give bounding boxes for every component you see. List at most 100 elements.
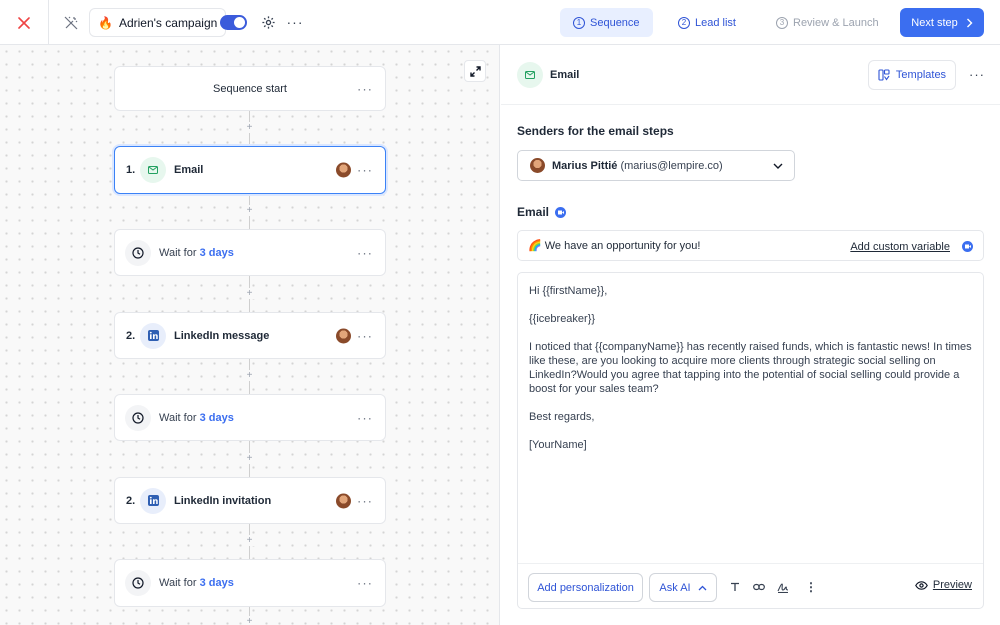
body-signoff: Best regards,: [529, 411, 595, 423]
tab-label: Review & Launch: [793, 16, 879, 29]
wait-text: Wait for 3 days: [159, 411, 234, 424]
ask-ai-button[interactable]: Ask AI: [649, 573, 717, 602]
body-icebreaker: {{icebreaker}}: [529, 313, 596, 325]
step-number: 3: [776, 16, 788, 29]
step-node-wait[interactable]: Wait for 3 days ···: [114, 394, 386, 441]
tab-sequence[interactable]: 1 Sequence: [560, 8, 653, 37]
campaign-name: Adrien's campaign: [118, 15, 218, 30]
sender-name: Marius Pittié: [552, 159, 618, 172]
video-info-icon[interactable]: [555, 206, 567, 218]
sender-select[interactable]: Marius Pittié (marius@lempire.co): [517, 150, 795, 181]
add-step-plus-icon[interactable]: +: [244, 205, 255, 216]
avatar: [530, 158, 545, 173]
more-options-icon[interactable]: ···: [357, 245, 373, 260]
mail-icon: [517, 62, 543, 88]
add-step-plus-icon[interactable]: +: [244, 122, 255, 133]
add-custom-variable-link[interactable]: Add custom variable: [850, 241, 950, 253]
email-label: Email: [517, 205, 567, 219]
step-number: 2: [678, 16, 690, 29]
step-title: Email: [174, 164, 204, 176]
more-options-icon[interactable]: ···: [357, 410, 373, 425]
campaign-name-chip[interactable]: 🔥 Adrien's campaign: [89, 8, 227, 37]
step-title: LinkedIn invitation: [174, 494, 272, 507]
more-options-icon[interactable]: ···: [357, 493, 373, 508]
divider: [48, 0, 49, 45]
sequence-start-label: Sequence start: [213, 82, 287, 95]
email-step-panel: Email Templates ··· Senders for the emai…: [501, 45, 1000, 625]
fire-icon: 🔥: [98, 15, 113, 30]
step-node-wait[interactable]: Wait for 3 days ···: [114, 559, 386, 607]
clock-icon: [125, 570, 151, 596]
templates-button[interactable]: Templates: [868, 60, 956, 90]
templates-icon: [878, 69, 890, 81]
panel-title: Email: [550, 69, 580, 81]
clock-icon: [125, 239, 151, 266]
wait-text: Wait for 3 days: [159, 246, 234, 259]
subject-input[interactable]: 🌈 We have an opportunity for you! Add cu…: [517, 230, 984, 261]
chevron-right-icon: [966, 18, 973, 27]
more-options-icon[interactable]: ···: [357, 163, 373, 178]
avatar: [336, 493, 351, 508]
more-vertical-icon[interactable]: ⋮: [804, 580, 818, 594]
templates-label: Templates: [895, 69, 947, 81]
eye-icon: [914, 580, 928, 590]
avatar: [336, 162, 351, 178]
add-step-plus-icon[interactable]: +: [244, 616, 255, 625]
preview-button[interactable]: Preview: [914, 579, 972, 591]
chevron-up-icon: [698, 585, 707, 590]
step-node-email[interactable]: 1. Email ···: [114, 146, 386, 194]
sender-email: (marius@lempire.co): [620, 159, 723, 172]
linkedin-icon: [140, 322, 166, 349]
mail-icon: [140, 157, 166, 183]
chevron-down-icon: [773, 163, 783, 169]
email-body-editor[interactable]: Hi {{firstName}}, {{icebreaker}} I notic…: [517, 272, 984, 609]
editor-toolbar: Add personalization Ask AI ⋮ Preview: [518, 563, 983, 609]
step-number: 2.: [126, 494, 136, 507]
video-info-icon[interactable]: [962, 241, 973, 252]
step-number: 2.: [126, 329, 136, 342]
add-step-plus-icon[interactable]: +: [244, 288, 255, 299]
more-options-icon[interactable]: ···: [284, 11, 306, 33]
tab-label: Sequence: [590, 16, 640, 29]
magic-wand-off-icon[interactable]: [60, 12, 82, 34]
panel-header: Email Templates ···: [501, 45, 1000, 105]
next-step-label: Next step: [911, 16, 958, 29]
next-step-button[interactable]: Next step: [900, 8, 984, 37]
step-node-linkedin-invitation[interactable]: 2. LinkedIn invitation ···: [114, 477, 386, 524]
wait-text: Wait for 3 days: [159, 577, 234, 589]
add-step-plus-icon[interactable]: +: [244, 370, 255, 381]
step-number: 1: [573, 16, 585, 29]
senders-title: Senders for the email steps: [517, 124, 674, 138]
add-step-plus-icon[interactable]: +: [244, 453, 255, 464]
close-icon[interactable]: [12, 11, 36, 35]
step-number: 1.: [126, 164, 136, 176]
avatar: [336, 328, 351, 343]
signature-icon[interactable]: [776, 580, 790, 594]
clock-icon: [125, 404, 151, 431]
more-options-icon[interactable]: ···: [357, 81, 373, 96]
gear-icon[interactable]: [257, 11, 279, 33]
linkedin-icon: [140, 487, 166, 514]
top-bar: 🔥 Adrien's campaign ··· 1 Sequence 2 Lea…: [0, 0, 1000, 45]
add-personalization-button[interactable]: Add personalization: [528, 573, 643, 602]
expand-icon[interactable]: [464, 60, 486, 82]
link-icon[interactable]: [752, 580, 766, 594]
body-greeting: Hi {{firstName}},: [529, 285, 608, 297]
more-options-icon[interactable]: ···: [357, 328, 373, 343]
step-node-linkedin-message[interactable]: 2. LinkedIn message ···: [114, 312, 386, 359]
campaign-toggle[interactable]: [220, 15, 247, 30]
tab-lead-list[interactable]: 2 Lead list: [665, 8, 749, 37]
more-options-icon[interactable]: ···: [357, 576, 373, 591]
step-title: LinkedIn message: [174, 329, 270, 342]
step-node-wait[interactable]: Wait for 3 days ···: [114, 229, 386, 276]
email-body-text[interactable]: Hi {{firstName}}, {{icebreaker}} I notic…: [529, 284, 974, 466]
tab-label: Lead list: [695, 16, 736, 29]
text-format-icon[interactable]: [728, 580, 742, 594]
body-paragraph: I noticed that {{companyName}} has recen…: [529, 341, 972, 395]
sequence-start-node[interactable]: Sequence start ···: [114, 66, 386, 111]
subject-text: 🌈 We have an opportunity for you!: [528, 240, 701, 252]
add-step-plus-icon[interactable]: +: [244, 535, 255, 546]
tab-review-launch[interactable]: 3 Review & Launch: [763, 8, 892, 37]
more-options-icon[interactable]: ···: [969, 67, 985, 82]
sequence-canvas[interactable]: + + + + + + + Sequence start ··· 1. Emai…: [0, 45, 500, 625]
